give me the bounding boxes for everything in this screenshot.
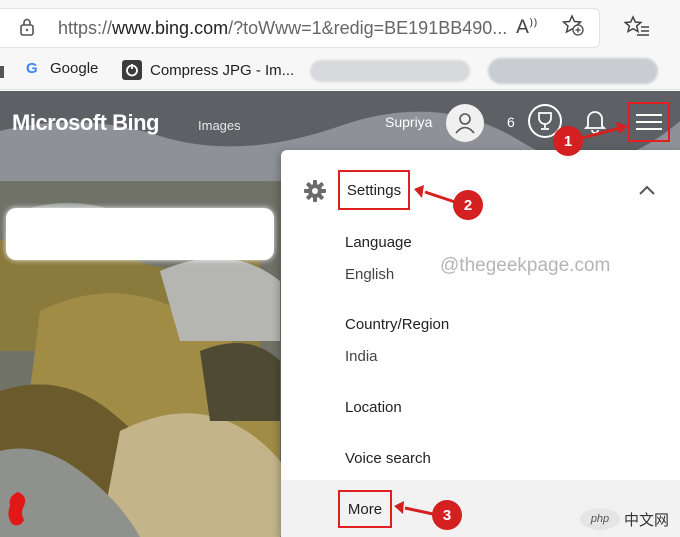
red-shape xyxy=(8,492,26,526)
step-badge-1: 1 xyxy=(553,126,583,156)
url-rest: /?toWww=1&redig=BE191BB490... xyxy=(228,18,508,38)
user-name[interactable]: Supriya xyxy=(385,114,432,130)
language-menu-item[interactable]: Language xyxy=(345,234,412,251)
more-menu-item[interactable]: More xyxy=(338,490,392,528)
language-value: English xyxy=(345,266,395,283)
address-bar-area: https://www.bing.com/?toWww=1&redig=BE19… xyxy=(0,0,680,52)
nav-images[interactable]: Images xyxy=(198,118,241,133)
google-icon: G xyxy=(26,59,38,77)
bing-logo[interactable]: Microsoft Bing xyxy=(12,110,160,136)
hamburger-menu-button[interactable] xyxy=(628,102,670,142)
step-badge-3: 3 xyxy=(432,500,462,530)
voice-search-menu-item[interactable]: Voice search xyxy=(345,450,431,467)
blurred-bookmark xyxy=(310,60,470,82)
corner-logo: php 中文网 xyxy=(580,508,669,530)
php-text: 中文网 xyxy=(624,511,670,529)
avatar[interactable] xyxy=(446,104,484,142)
php-badge: php xyxy=(580,508,620,530)
country-region-value: India xyxy=(345,348,378,365)
blurred-bookmark xyxy=(488,58,658,84)
read-aloud-icon[interactable]: A)) xyxy=(516,16,538,38)
notification-bell-icon[interactable] xyxy=(583,108,607,134)
gear-icon xyxy=(304,180,326,202)
menu-line xyxy=(636,128,662,130)
bookmark-compress-jpg[interactable]: Compress JPG - Im... xyxy=(122,60,294,80)
menu-line xyxy=(636,121,662,123)
compress-jpg-icon xyxy=(122,60,142,80)
step-badge-2: 2 xyxy=(453,190,483,220)
user-icon xyxy=(455,113,475,134)
url-prefix: https:// xyxy=(58,18,113,38)
rewards-points[interactable]: 6 xyxy=(507,114,515,130)
menu-line xyxy=(636,114,662,116)
location-menu-item[interactable]: Location xyxy=(345,399,402,416)
bookmark-google[interactable]: G Google xyxy=(26,60,98,77)
lock-icon[interactable] xyxy=(20,18,34,36)
bookmark-label: Google xyxy=(50,60,99,77)
settings-menu-item[interactable]: Settings xyxy=(338,170,410,210)
search-input[interactable] xyxy=(6,208,274,260)
bookmark-label: Compress JPG - Im... xyxy=(150,61,295,79)
country-region-menu-item[interactable]: Country/Region xyxy=(345,316,449,333)
favorites-icon[interactable] xyxy=(624,15,650,37)
url-host: www.bing.com xyxy=(112,18,229,38)
url-text[interactable]: https://www.bing.com/?toWww=1&redig=BE19… xyxy=(58,18,507,39)
add-favorite-icon[interactable] xyxy=(562,14,584,36)
chevron-up-icon[interactable] xyxy=(638,184,656,196)
watermark: @thegeekpage.com xyxy=(440,255,611,276)
bookmark-partial xyxy=(0,66,4,78)
